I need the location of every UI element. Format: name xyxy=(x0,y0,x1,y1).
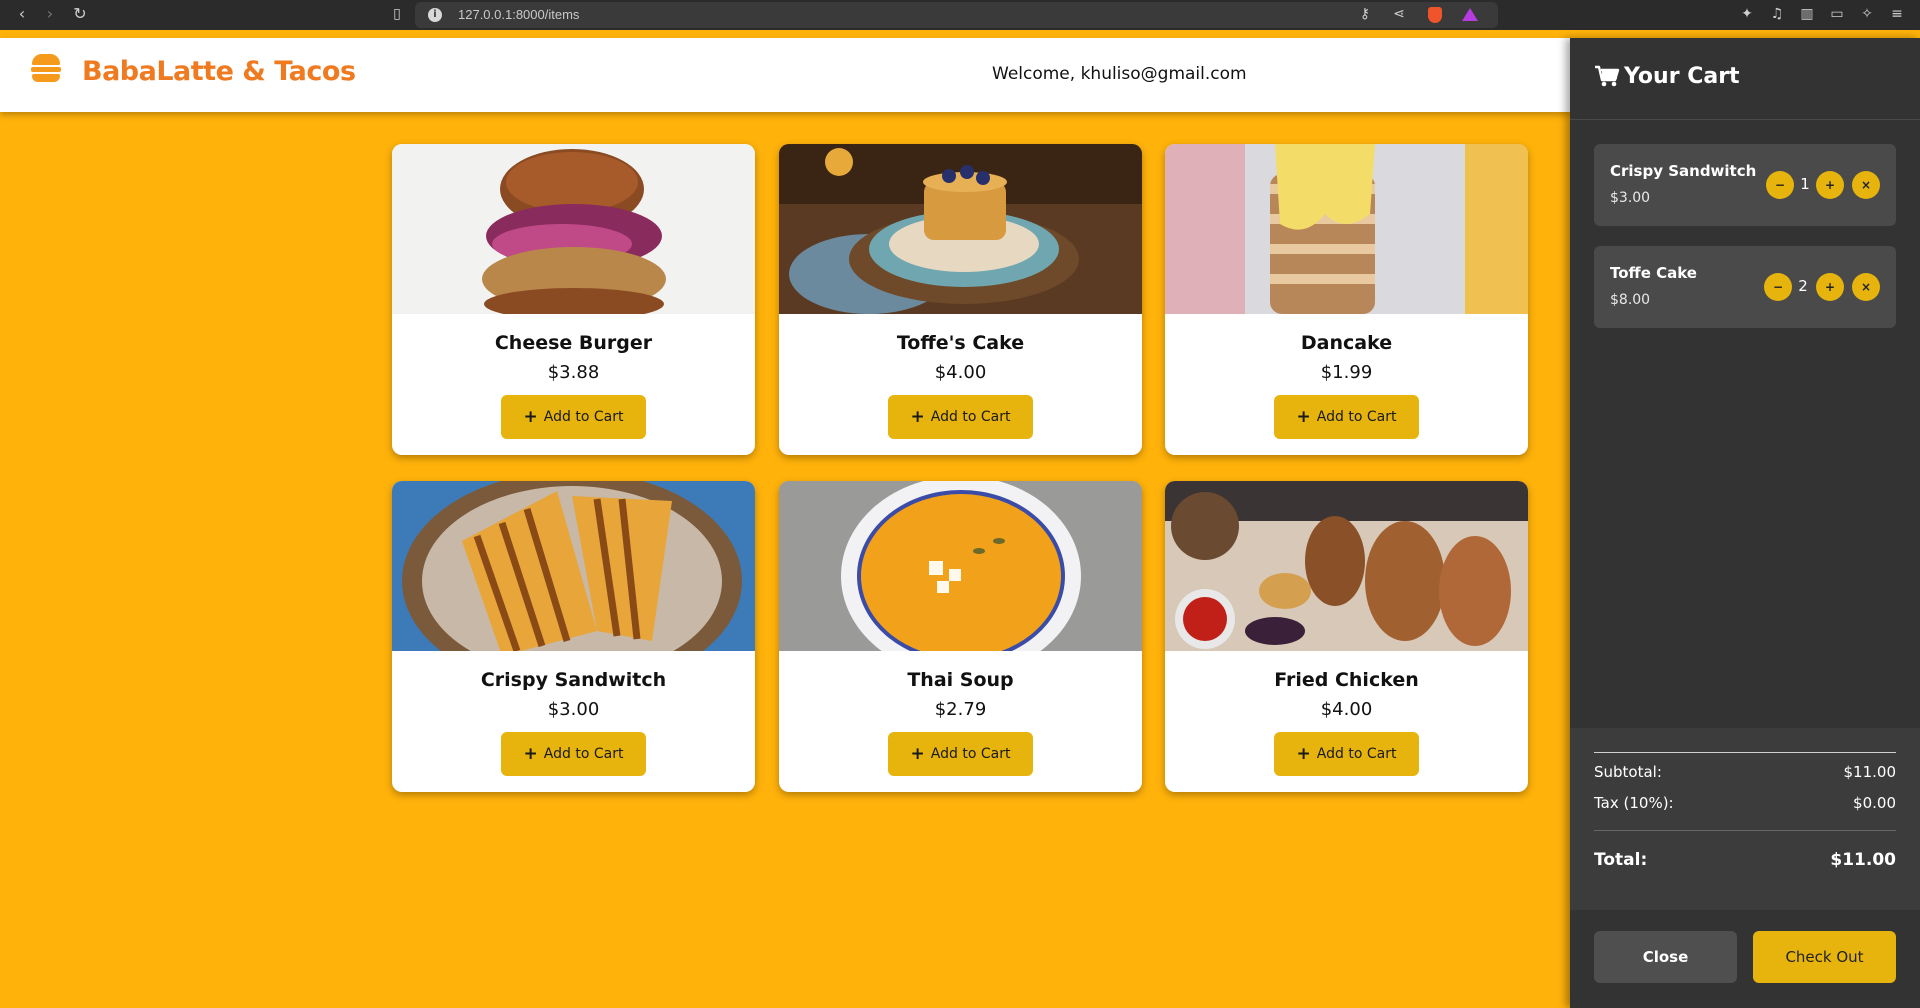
dancake-image xyxy=(1165,144,1528,314)
product-card: Toffe's Cake $4.00 + Add to Cart xyxy=(779,144,1142,455)
add-to-cart-label: Add to Cart xyxy=(1316,409,1397,425)
reload-icon[interactable]: ↻ xyxy=(68,4,92,23)
media-icon[interactable]: ♫ xyxy=(1768,6,1786,22)
divider xyxy=(1594,830,1896,831)
tax-label: Tax (10%): xyxy=(1594,794,1674,812)
add-to-cart-label: Add to Cart xyxy=(930,746,1011,762)
cart-item-name: Toffe Cake xyxy=(1610,264,1697,282)
product-price: $4.00 xyxy=(934,362,987,383)
product-card: Dancake $1.99 + Add to Cart xyxy=(1165,144,1528,455)
add-to-cart-button[interactable]: + Add to Cart xyxy=(1274,732,1419,776)
site-info-icon[interactable]: i xyxy=(428,8,442,22)
menu-icon[interactable]: ≡ xyxy=(1888,6,1906,22)
cart-panel: Your Cart Crispy Sandwitch $3.00 − 1 + ×… xyxy=(1570,38,1920,1008)
plus-icon: + xyxy=(910,744,925,764)
plus-icon: + xyxy=(1296,744,1311,764)
add-to-cart-label: Add to Cart xyxy=(543,746,624,762)
plus-icon: + xyxy=(523,407,538,427)
product-name: Crispy Sandwitch xyxy=(480,669,667,691)
add-to-cart-label: Add to Cart xyxy=(930,409,1011,425)
cart-item: Toffe Cake $8.00 − 2 + × xyxy=(1594,246,1896,328)
increase-quantity-button[interactable]: + xyxy=(1816,273,1844,301)
rewards-icon[interactable] xyxy=(1462,8,1478,21)
tax-row: Tax (10%): $0.00 xyxy=(1594,794,1896,812)
tax-value: $0.00 xyxy=(1853,794,1896,812)
product-card: Fried Chicken $4.00 + Add to Cart xyxy=(1165,481,1528,792)
cart-summary: Subtotal: $11.00 Tax (10%): $0.00 Total:… xyxy=(1570,728,1920,910)
browser-toolbar: ‹ › ↻ ▯ i 127.0.0.1:8000/items ⚷ ⋖ ✦ ♫ ▥… xyxy=(0,0,1920,30)
cheese-burger-image xyxy=(392,144,755,314)
close-cart-button[interactable]: Close xyxy=(1594,931,1737,983)
add-to-cart-button[interactable]: + Add to Cart xyxy=(501,395,646,439)
plus-icon: + xyxy=(910,407,925,427)
plus-icon: + xyxy=(1296,407,1311,427)
toffes-cake-image xyxy=(779,144,1142,314)
decrease-quantity-button[interactable]: − xyxy=(1764,273,1792,301)
cart-item-price: $3.00 xyxy=(1610,190,1651,206)
add-to-cart-label: Add to Cart xyxy=(543,409,624,425)
forward-icon[interactable]: › xyxy=(38,4,62,23)
plus-icon: + xyxy=(523,744,538,764)
cart-item-name: Crispy Sandwitch xyxy=(1610,162,1757,180)
product-name: Dancake xyxy=(1300,332,1393,354)
brave-shield-icon[interactable] xyxy=(1428,7,1442,23)
subtotal-label: Subtotal: xyxy=(1594,763,1662,781)
welcome-text: Welcome, khuliso@gmail.com xyxy=(992,64,1247,84)
product-price: $4.00 xyxy=(1320,699,1373,720)
total-label: Total: xyxy=(1594,850,1648,870)
product-price: $3.88 xyxy=(547,362,600,383)
checkout-button[interactable]: Check Out xyxy=(1753,931,1896,983)
cart-item-price: $8.00 xyxy=(1610,292,1651,308)
add-to-cart-label: Add to Cart xyxy=(1316,746,1397,762)
add-to-cart-button[interactable]: + Add to Cart xyxy=(501,732,646,776)
extensions-icon[interactable]: ✦ xyxy=(1738,6,1756,22)
bookmark-icon[interactable]: ▯ xyxy=(388,6,406,22)
cart-item-quantity: 2 xyxy=(1798,277,1808,295)
decrease-quantity-button[interactable]: − xyxy=(1766,171,1794,199)
product-price: $1.99 xyxy=(1320,362,1373,383)
share-icon[interactable]: ⋖ xyxy=(1390,6,1408,22)
cart-title: Your Cart xyxy=(1624,64,1740,89)
fried-chicken-image xyxy=(1165,481,1528,651)
cart-header: Your Cart xyxy=(1570,38,1920,120)
product-name: Cheese Burger xyxy=(494,332,653,354)
product-price: $2.79 xyxy=(934,699,987,720)
product-card: Thai Soup $2.79 + Add to Cart xyxy=(779,481,1142,792)
shopping-cart-icon xyxy=(1595,65,1620,87)
back-icon[interactable]: ‹ xyxy=(10,4,34,23)
brand-name[interactable]: BabaLatte & Tacos xyxy=(82,56,356,87)
product-name: Fried Chicken xyxy=(1274,669,1419,691)
add-to-cart-button[interactable]: + Add to Cart xyxy=(1274,395,1419,439)
remove-item-button[interactable]: × xyxy=(1852,273,1880,301)
product-name: Thai Soup xyxy=(907,669,1014,691)
add-to-cart-button[interactable]: + Add to Cart xyxy=(888,732,1033,776)
key-icon[interactable]: ⚷ xyxy=(1356,6,1374,22)
cart-item: Crispy Sandwitch $3.00 − 1 + × xyxy=(1594,144,1896,226)
wallet-icon[interactable]: ▭ xyxy=(1828,6,1846,22)
crispy-sandwitch-image xyxy=(392,481,755,651)
site-header: BabaLatte & Tacos Welcome, khuliso@gmail… xyxy=(0,38,1570,112)
add-to-cart-button[interactable]: + Add to Cart xyxy=(888,395,1033,439)
divider xyxy=(1594,752,1896,753)
product-name: Toffe's Cake xyxy=(896,332,1025,354)
increase-quantity-button[interactable]: + xyxy=(1816,171,1844,199)
total-value: $11.00 xyxy=(1830,850,1896,870)
sidebar-icon[interactable]: ▥ xyxy=(1798,6,1816,22)
subtotal-row: Subtotal: $11.00 xyxy=(1594,763,1896,781)
product-card: Crispy Sandwitch $3.00 + Add to Cart xyxy=(392,481,755,792)
remove-item-button[interactable]: × xyxy=(1852,171,1880,199)
burger-logo-icon xyxy=(31,54,61,84)
subtotal-value: $11.00 xyxy=(1843,763,1897,781)
cart-item-quantity: 1 xyxy=(1800,175,1810,193)
url-text[interactable]: 127.0.0.1:8000/items xyxy=(458,7,579,22)
leo-icon[interactable]: ✧ xyxy=(1858,6,1876,22)
total-row: Total: $11.00 xyxy=(1594,850,1896,870)
product-card: Cheese Burger $3.88 + Add to Cart xyxy=(392,144,755,455)
product-price: $3.00 xyxy=(547,699,600,720)
thai-soup-image xyxy=(779,481,1142,651)
